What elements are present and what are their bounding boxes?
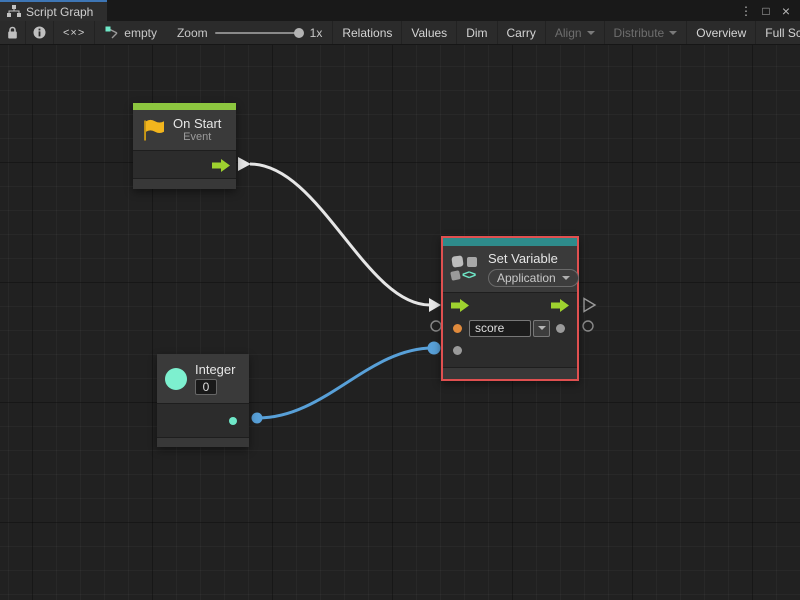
flow-output-port[interactable] [551,299,569,312]
variable-scope-dropdown[interactable]: Application [488,269,579,287]
variable-name-dropdown-button[interactable] [533,320,550,337]
zoom-control: Zoom 1x [167,21,333,44]
menu-kebab-icon[interactable]: ⋮ [738,4,754,18]
chevron-down-icon [538,326,546,330]
flow-connection-start-arrow[interactable] [238,157,251,171]
integer-value: 0 [203,380,210,394]
integer-value-field[interactable]: 0 [195,379,217,395]
value-output-port[interactable] [556,324,565,333]
tab-script-graph[interactable]: Script Graph [0,0,107,21]
integer-output-port[interactable] [229,417,237,425]
node-color-stripe [133,103,236,110]
variable-name-row: score [443,317,577,339]
zoom-slider-knob[interactable] [294,28,304,38]
lock-button[interactable] [0,21,26,44]
full-screen-button[interactable]: Full Screen [756,21,800,44]
node-footer [133,179,236,189]
variable-name-value: score [475,321,504,335]
window-controls: ⋮ □ × [738,0,800,21]
toolbar-buttons: Relations Values Dim Carry Align Distrib… [333,21,800,44]
name-input-port[interactable] [453,324,462,333]
flow-output-port[interactable] [212,159,230,172]
zoom-label: Zoom [177,26,208,40]
selection-label: empty [124,26,157,40]
graph-pointer-icon [105,26,119,40]
close-icon[interactable]: × [778,3,794,19]
overview-button[interactable]: Overview [687,21,756,44]
script-graph-window: Script Graph ⋮ □ × <×> [0,0,800,600]
set-variable-icon: <> [451,255,481,283]
node-title: Integer [195,362,235,377]
external-output-port-circle[interactable] [583,321,593,331]
node-title: On Start [173,116,221,131]
chevron-down-icon [562,276,570,280]
carry-button[interactable]: Carry [498,21,546,44]
graph-canvas[interactable]: On Start Event <> Set [0,45,800,600]
value-connection[interactable] [258,348,433,418]
node-body: score [443,293,577,367]
graph-icon [7,5,21,18]
node-footer [443,368,577,379]
flow-connection[interactable] [250,164,430,305]
zoom-slider[interactable] [215,32,303,34]
node-header[interactable]: Integer 0 [157,354,249,403]
scope-label: Application [497,271,556,285]
node-title: Set Variable [488,251,558,266]
dim-button[interactable]: Dim [457,21,497,44]
info-icon [33,26,46,39]
chevron-down-icon [587,31,595,35]
distribute-dropdown[interactable]: Distribute [605,21,688,44]
code-view-button[interactable]: <×> [54,21,95,44]
tab-bar: Script Graph ⋮ □ × [0,0,800,21]
value-input-row [443,339,577,361]
external-input-port-circle[interactable] [431,321,441,331]
node-body [133,151,236,178]
values-button[interactable]: Values [402,21,457,44]
value-connection-start-dot[interactable] [252,413,263,424]
flow-input-port[interactable] [451,299,469,312]
node-header[interactable]: On Start Event [133,110,236,150]
flag-icon [141,118,165,143]
lock-icon [7,26,18,39]
node-body [157,404,249,437]
code-glyph: <×> [63,27,85,39]
maximize-icon[interactable]: □ [758,4,774,18]
tab-label: Script Graph [26,5,93,19]
connections-layer [0,45,800,600]
info-button[interactable] [26,21,54,44]
graph-toolbar: <×> empty Zoom 1x Relations Values Dim C… [0,21,800,45]
flow-connection-end-arrow[interactable] [429,298,441,312]
variable-name-field[interactable]: score [469,320,531,337]
node-color-stripe [443,238,577,246]
node-header[interactable]: <> Set Variable Application [443,246,577,292]
flow-row [443,293,577,317]
selection-indicator[interactable]: empty [95,21,167,44]
node-integer[interactable]: Integer 0 [157,354,249,447]
value-connection-end-dot[interactable] [428,342,441,355]
zoom-value: 1x [310,26,323,40]
chevron-down-icon [669,31,677,35]
relations-button[interactable]: Relations [333,21,402,44]
node-set-variable[interactable]: <> Set Variable Application [441,236,579,381]
node-subtitle: Event [173,131,221,144]
value-input-port[interactable] [453,346,462,355]
align-dropdown[interactable]: Align [546,21,605,44]
integer-circle-icon [165,368,187,390]
external-flow-output-triangle[interactable] [584,299,595,312]
node-on-start[interactable]: On Start Event [133,103,236,189]
node-footer [157,438,249,447]
